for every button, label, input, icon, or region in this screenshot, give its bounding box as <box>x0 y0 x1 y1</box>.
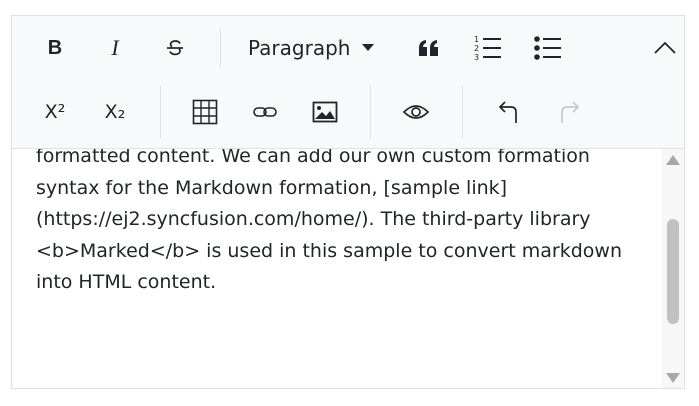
format-dropdown[interactable]: Paragraph <box>248 30 384 66</box>
blockquote-icon <box>419 40 438 56</box>
collapse-toolbar-button[interactable] <box>650 30 680 66</box>
svg-text:3: 3 <box>474 53 479 62</box>
svg-text:1: 1 <box>474 35 479 44</box>
insert-table-button[interactable] <box>190 94 220 130</box>
undo-icon <box>498 101 517 123</box>
insert-link-button[interactable] <box>250 94 280 130</box>
format-dropdown-label: Paragraph <box>248 36 351 60</box>
table-icon <box>192 99 218 125</box>
unordered-list-icon <box>534 36 561 60</box>
scroll-down-arrow-icon[interactable] <box>666 373 680 383</box>
toolbar-separator <box>370 86 371 138</box>
content-paragraph: formatted content. We can add our own cu… <box>36 149 622 293</box>
blockquote-button[interactable] <box>414 30 444 66</box>
ordered-list-button[interactable]: 1 2 3 <box>472 30 504 66</box>
redo-button[interactable] <box>554 94 584 130</box>
undo-button[interactable] <box>494 94 524 130</box>
superscript-button[interactable]: X² <box>38 94 72 130</box>
ordered-list-icon: 1 2 3 <box>474 35 501 62</box>
italic-icon: I <box>111 35 119 60</box>
collapse-icon <box>654 41 676 54</box>
markdown-editor: B I Paragraph 1 2 3 X² X₂ formatted cont… <box>11 15 685 389</box>
subscript-button[interactable]: X₂ <box>98 94 132 130</box>
insert-image-button[interactable] <box>310 94 340 130</box>
scrollbar-thumb[interactable] <box>667 219 679 324</box>
svg-text:2: 2 <box>474 44 479 53</box>
bold-icon: B <box>47 36 63 59</box>
preview-icon <box>402 105 430 119</box>
image-icon <box>312 101 338 123</box>
italic-button[interactable]: I <box>102 30 128 66</box>
strikethrough-button[interactable] <box>160 30 190 66</box>
editor-content-area[interactable]: formatted content. We can add our own cu… <box>12 149 662 388</box>
toolbar-row-2: X² X₂ <box>12 80 684 144</box>
strikethrough-icon <box>167 40 183 56</box>
toolbar-separator <box>220 28 221 68</box>
subscript-icon: X₂ <box>104 101 126 123</box>
toolbar-row-1: B I Paragraph 1 2 3 <box>12 16 684 80</box>
link-icon <box>253 107 277 117</box>
superscript-icon: X² <box>44 101 66 123</box>
toolbar-separator <box>462 86 463 138</box>
bold-button[interactable]: B <box>42 30 68 66</box>
editor-toolbar: B I Paragraph 1 2 3 X² X₂ <box>12 16 684 149</box>
toolbar-separator <box>160 86 161 138</box>
vertical-scrollbar[interactable] <box>662 149 684 388</box>
unordered-list-button[interactable] <box>532 30 564 66</box>
scroll-up-arrow-icon[interactable] <box>666 155 680 165</box>
redo-icon <box>561 101 580 123</box>
chevron-down-icon <box>362 44 375 51</box>
preview-button[interactable] <box>400 94 432 130</box>
